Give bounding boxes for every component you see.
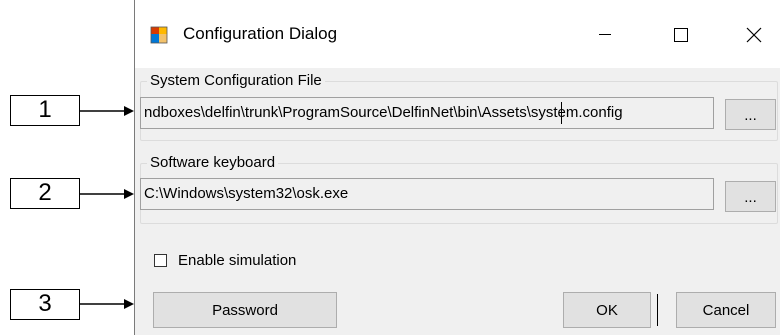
- keyboard-browse-button[interactable]: ...: [725, 181, 776, 212]
- app-window-icon: [150, 26, 168, 44]
- callout-1-arrow: [80, 106, 134, 116]
- system-config-path-input[interactable]: ndboxes\delfin\trunk\ProgramSource\Delfi…: [140, 97, 714, 129]
- mouse-caret: [657, 294, 658, 326]
- maximize-button[interactable]: [655, 14, 705, 54]
- close-button[interactable]: [728, 14, 778, 54]
- minimize-button[interactable]: [580, 14, 630, 54]
- callout-2-arrow: [80, 189, 134, 199]
- title-bar[interactable]: Configuration Dialog: [135, 0, 780, 68]
- password-button[interactable]: Password: [153, 292, 337, 328]
- enable-simulation-checkbox[interactable]: [154, 254, 167, 267]
- system-config-legend: System Configuration File: [147, 72, 325, 90]
- window-title: Configuration Dialog: [183, 24, 338, 43]
- callout-3: 3: [10, 289, 80, 320]
- enable-simulation-label[interactable]: Enable simulation: [178, 251, 296, 270]
- keyboard-path-input[interactable]: C:\Windows\system32\osk.exe: [140, 178, 714, 210]
- close-icon: [746, 27, 762, 43]
- cancel-button[interactable]: Cancel: [676, 292, 776, 328]
- callout-3-arrow: [80, 299, 134, 309]
- callout-2: 2: [10, 178, 80, 209]
- minimize-icon: [599, 34, 611, 35]
- system-config-browse-button[interactable]: ...: [725, 99, 776, 130]
- keyboard-legend: Software keyboard: [147, 154, 279, 172]
- ok-button[interactable]: OK: [563, 292, 651, 328]
- text-caret: [561, 102, 562, 124]
- configuration-dialog: Configuration Dialog System Configuratio…: [134, 0, 780, 335]
- maximize-icon: [674, 28, 688, 42]
- callout-1: 1: [10, 95, 80, 126]
